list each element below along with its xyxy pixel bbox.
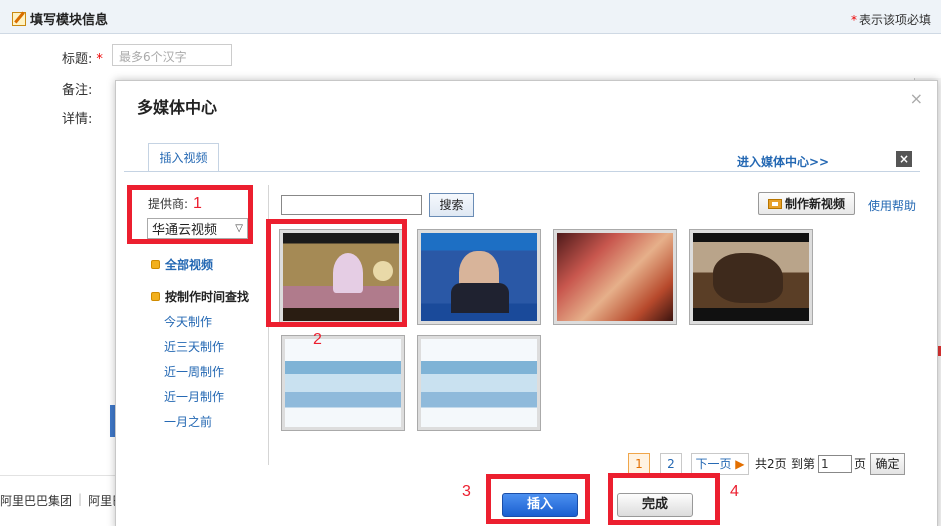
- search-input[interactable]: [281, 195, 422, 215]
- annotation-box-insert: [486, 474, 590, 524]
- title-required-star: *: [96, 52, 103, 67]
- dialog-title: 多媒体中心: [137, 98, 218, 117]
- remark-label: 备注:: [62, 83, 93, 98]
- thumbnail-image: [421, 339, 537, 427]
- goto-suffix: 页: [854, 457, 867, 471]
- close-panel-icon[interactable]: ×: [896, 151, 912, 167]
- next-page-button[interactable]: 下一页 ▶: [691, 453, 749, 475]
- make-new-video-button[interactable]: 制作新视频: [758, 192, 855, 215]
- nav-by-time[interactable]: 按制作时间查找: [151, 288, 249, 305]
- goto-prefix: 到第: [791, 457, 816, 471]
- footer-separator: |: [78, 492, 83, 506]
- title-input[interactable]: 最多6个汉字: [112, 44, 232, 66]
- form-header-title: 填写模块信息: [12, 9, 108, 28]
- nav-today[interactable]: 今天制作: [164, 313, 212, 330]
- thumbnail-image: [693, 233, 809, 321]
- video-thumbnail-4[interactable]: [689, 229, 813, 325]
- annotation-box-thumbnail: [266, 219, 407, 327]
- required-note: * 表示该项必填: [851, 11, 931, 28]
- video-thumbnail-3[interactable]: [553, 229, 677, 325]
- make-new-video-label: 制作新视频: [784, 197, 845, 211]
- title-label-text: 标题:: [62, 52, 93, 67]
- footer-links: 阿里巴巴集团 | 阿里巴: [0, 492, 124, 509]
- tab-insert-video[interactable]: 插入视频: [148, 143, 219, 172]
- nav-by-time-label: 按制作时间查找: [165, 290, 250, 304]
- nav-all-videos[interactable]: 全部视频: [151, 256, 213, 273]
- bullet-icon: [151, 292, 160, 301]
- media-center-dialog: 多媒体中心 × 插入视频 进入媒体中心>> × 提供商: 华通云视频 ▽ 1 全…: [115, 80, 938, 526]
- next-arrow-icon: ▶: [735, 457, 745, 471]
- annotation-label-2: 2: [313, 331, 322, 348]
- video-thumbnail-2[interactable]: [417, 229, 541, 325]
- nav-last-3-days[interactable]: 近三天制作: [164, 338, 224, 355]
- required-star: *: [850, 13, 857, 27]
- annotation-box-done: [608, 473, 720, 525]
- thumbnail-image: [557, 233, 673, 321]
- form-header-title-text: 填写模块信息: [30, 13, 109, 28]
- film-icon: [767, 198, 782, 209]
- annotation-box-provider: [127, 185, 253, 244]
- page-1-button[interactable]: 1: [628, 453, 650, 475]
- annotation-label-1: 1: [193, 195, 202, 212]
- enter-media-center-link[interactable]: 进入媒体中心>>: [737, 153, 829, 170]
- annotation-label-3: 3: [462, 483, 471, 500]
- goto-confirm-button[interactable]: 确定: [870, 453, 905, 475]
- nav-all-videos-label: 全部视频: [165, 258, 214, 272]
- nav-last-month[interactable]: 近一月制作: [164, 388, 224, 405]
- detail-label: 详情:: [62, 112, 93, 127]
- goto-page-input[interactable]: 1: [818, 455, 852, 473]
- video-thumbnail-6[interactable]: [417, 335, 541, 431]
- required-note-text: 表示该项必填: [858, 13, 931, 27]
- footer-link-alibaba-group[interactable]: 阿里巴巴集团: [0, 492, 72, 509]
- tab-divider: [124, 171, 920, 172]
- footer-divider: [0, 475, 120, 476]
- form-header: 填写模块信息 * 表示该项必填: [0, 0, 941, 34]
- nav-last-week[interactable]: 近一周制作: [164, 363, 224, 380]
- annotation-label-4: 4: [730, 483, 739, 500]
- nav-older-than-month[interactable]: 一月之前: [164, 413, 212, 430]
- help-link[interactable]: 使用帮助: [868, 197, 916, 214]
- bullet-icon: [151, 260, 160, 269]
- thumbnail-image: [421, 233, 537, 321]
- dialog-close-icon[interactable]: ×: [910, 89, 923, 108]
- next-page-label: 下一页: [695, 457, 732, 471]
- thumbnail-image: [285, 339, 401, 427]
- title-label: 标题: *: [62, 48, 103, 67]
- search-button[interactable]: 搜索: [429, 193, 474, 217]
- page-2-button[interactable]: 2: [660, 453, 682, 475]
- page-total: 共2页: [755, 457, 787, 471]
- edit-icon: [12, 11, 26, 26]
- video-thumbnail-5[interactable]: [281, 335, 405, 431]
